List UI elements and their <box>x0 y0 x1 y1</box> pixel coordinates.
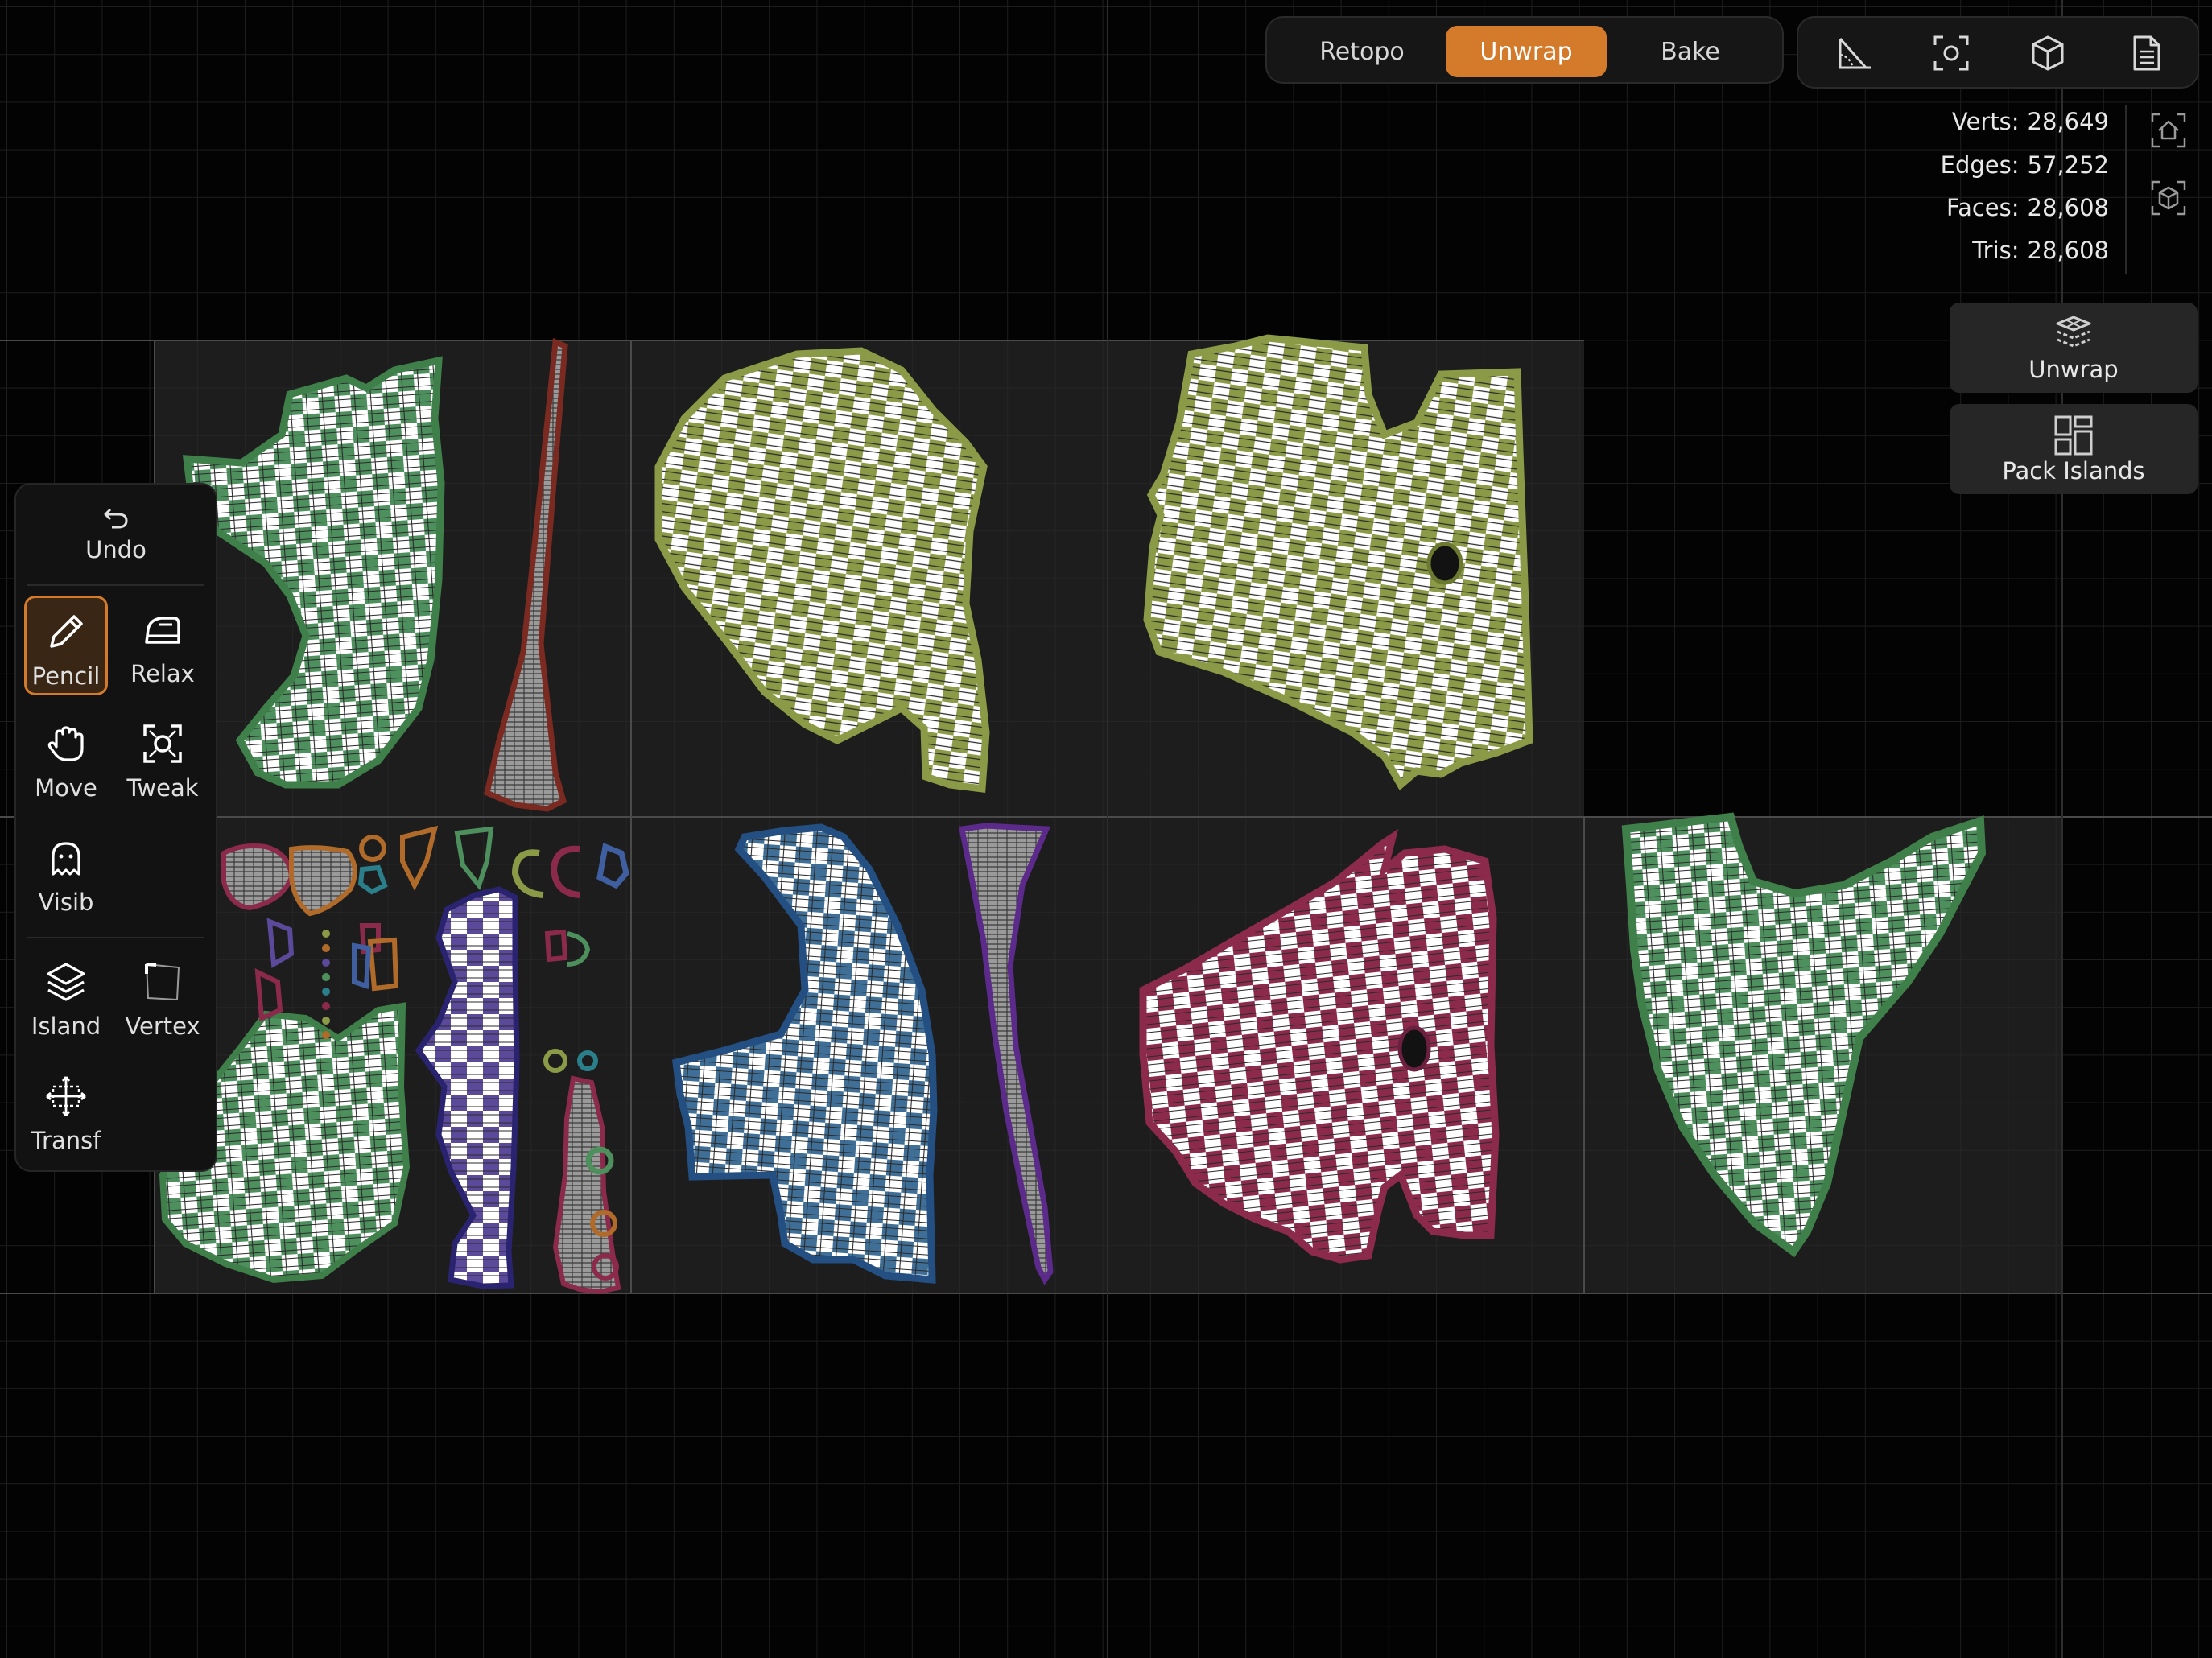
ghost-icon <box>52 842 80 876</box>
undo-label: Undo <box>85 536 147 563</box>
stat-value: 28,608 <box>2027 194 2109 221</box>
home-view-button[interactable] <box>2146 108 2191 153</box>
stat-value: 57,252 <box>2027 151 2109 179</box>
undo-icon <box>104 508 128 529</box>
toolbar-divider <box>27 937 204 938</box>
cube-view-button[interactable] <box>2016 26 2080 80</box>
tool-palette: Undo Pencil Relax Move Tweak Visib Islan… <box>14 483 217 1172</box>
relax-tool[interactable]: Relax <box>121 596 204 695</box>
unwrap-icon <box>2056 316 2091 348</box>
pack-islands-button-label: Pack Islands <box>2002 457 2145 485</box>
uv-island-hole <box>1397 1025 1431 1072</box>
move-tool[interactable]: Move <box>24 710 108 810</box>
measure-angle-button[interactable] <box>1822 26 1887 80</box>
measure-angle-icon <box>1839 38 1871 69</box>
stat-label: Faces: <box>1946 194 2020 221</box>
focus-frame-button[interactable] <box>1919 26 1983 80</box>
mode-unwrap-button[interactable]: Unwrap <box>1446 26 1607 77</box>
faces-stat: Faces: 28,608 <box>1946 194 2109 226</box>
pencil-label: Pencil <box>31 662 101 690</box>
stat-label: Verts: <box>1951 108 2020 135</box>
layers-icon <box>47 963 85 1001</box>
undo-button[interactable]: Undo <box>74 491 158 579</box>
stat-value: 28,608 <box>2027 237 2109 264</box>
unwrap-button[interactable]: Unwrap <box>1950 303 2198 393</box>
cube-outline-button[interactable] <box>2146 175 2191 221</box>
home-view-icon <box>2151 113 2186 148</box>
uv-viewport[interactable] <box>0 0 2212 1658</box>
stat-value: 28,649 <box>2027 108 2109 135</box>
view-toolbar <box>1797 16 2199 89</box>
hand-icon <box>47 726 84 761</box>
transform-tool[interactable]: Transf <box>24 1062 108 1162</box>
island-label: Island <box>31 1013 101 1040</box>
pack-islands-icon <box>2054 415 2093 456</box>
island-mode[interactable]: Island <box>24 948 108 1048</box>
stat-label: Edges: <box>1940 151 2020 179</box>
pencil-tool[interactable]: Pencil <box>24 596 108 695</box>
unwrap-button-label: Unwrap <box>2028 356 2119 383</box>
pencil-icon <box>50 615 83 648</box>
move-label: Move <box>35 774 97 802</box>
tweak-tool[interactable]: Tweak <box>121 710 204 810</box>
visibility-tool[interactable]: Visib <box>24 824 108 924</box>
cube-outline-icon <box>2151 180 2186 216</box>
focus-frame-icon <box>1933 35 1969 71</box>
stats-divider <box>2125 105 2127 274</box>
mode-retopo-button[interactable]: Retopo <box>1281 26 1442 77</box>
edges-stat: Edges: 57,252 <box>1941 151 2109 184</box>
vertex-label: Vertex <box>125 1013 200 1040</box>
stat-label: Tris: <box>1972 237 2020 264</box>
transform-label: Transf <box>31 1127 101 1154</box>
toolbar-divider <box>27 584 204 586</box>
relax-icon <box>145 617 180 644</box>
cube-view-icon <box>2032 35 2064 71</box>
uv-island-hole <box>1426 542 1463 585</box>
transform-icon <box>46 1076 86 1116</box>
pack-islands-button[interactable]: Pack Islands <box>1950 404 2198 494</box>
relax-label: Relax <box>130 660 195 687</box>
visibility-label: Visib <box>38 889 94 916</box>
document-button[interactable] <box>2114 26 2178 80</box>
tris-stat: Tris: 28,608 <box>1972 237 2109 269</box>
document-icon <box>2133 35 2160 71</box>
vertex-mode[interactable]: Vertex <box>121 948 204 1048</box>
mode-switcher: Retopo Unwrap Bake <box>1265 16 1784 84</box>
verts-stat: Verts: 28,649 <box>1952 108 2109 140</box>
tweak-icon <box>143 724 182 763</box>
vertex-icon <box>145 963 180 1001</box>
mode-bake-button[interactable]: Bake <box>1610 26 1771 77</box>
tweak-label: Tweak <box>126 774 199 802</box>
